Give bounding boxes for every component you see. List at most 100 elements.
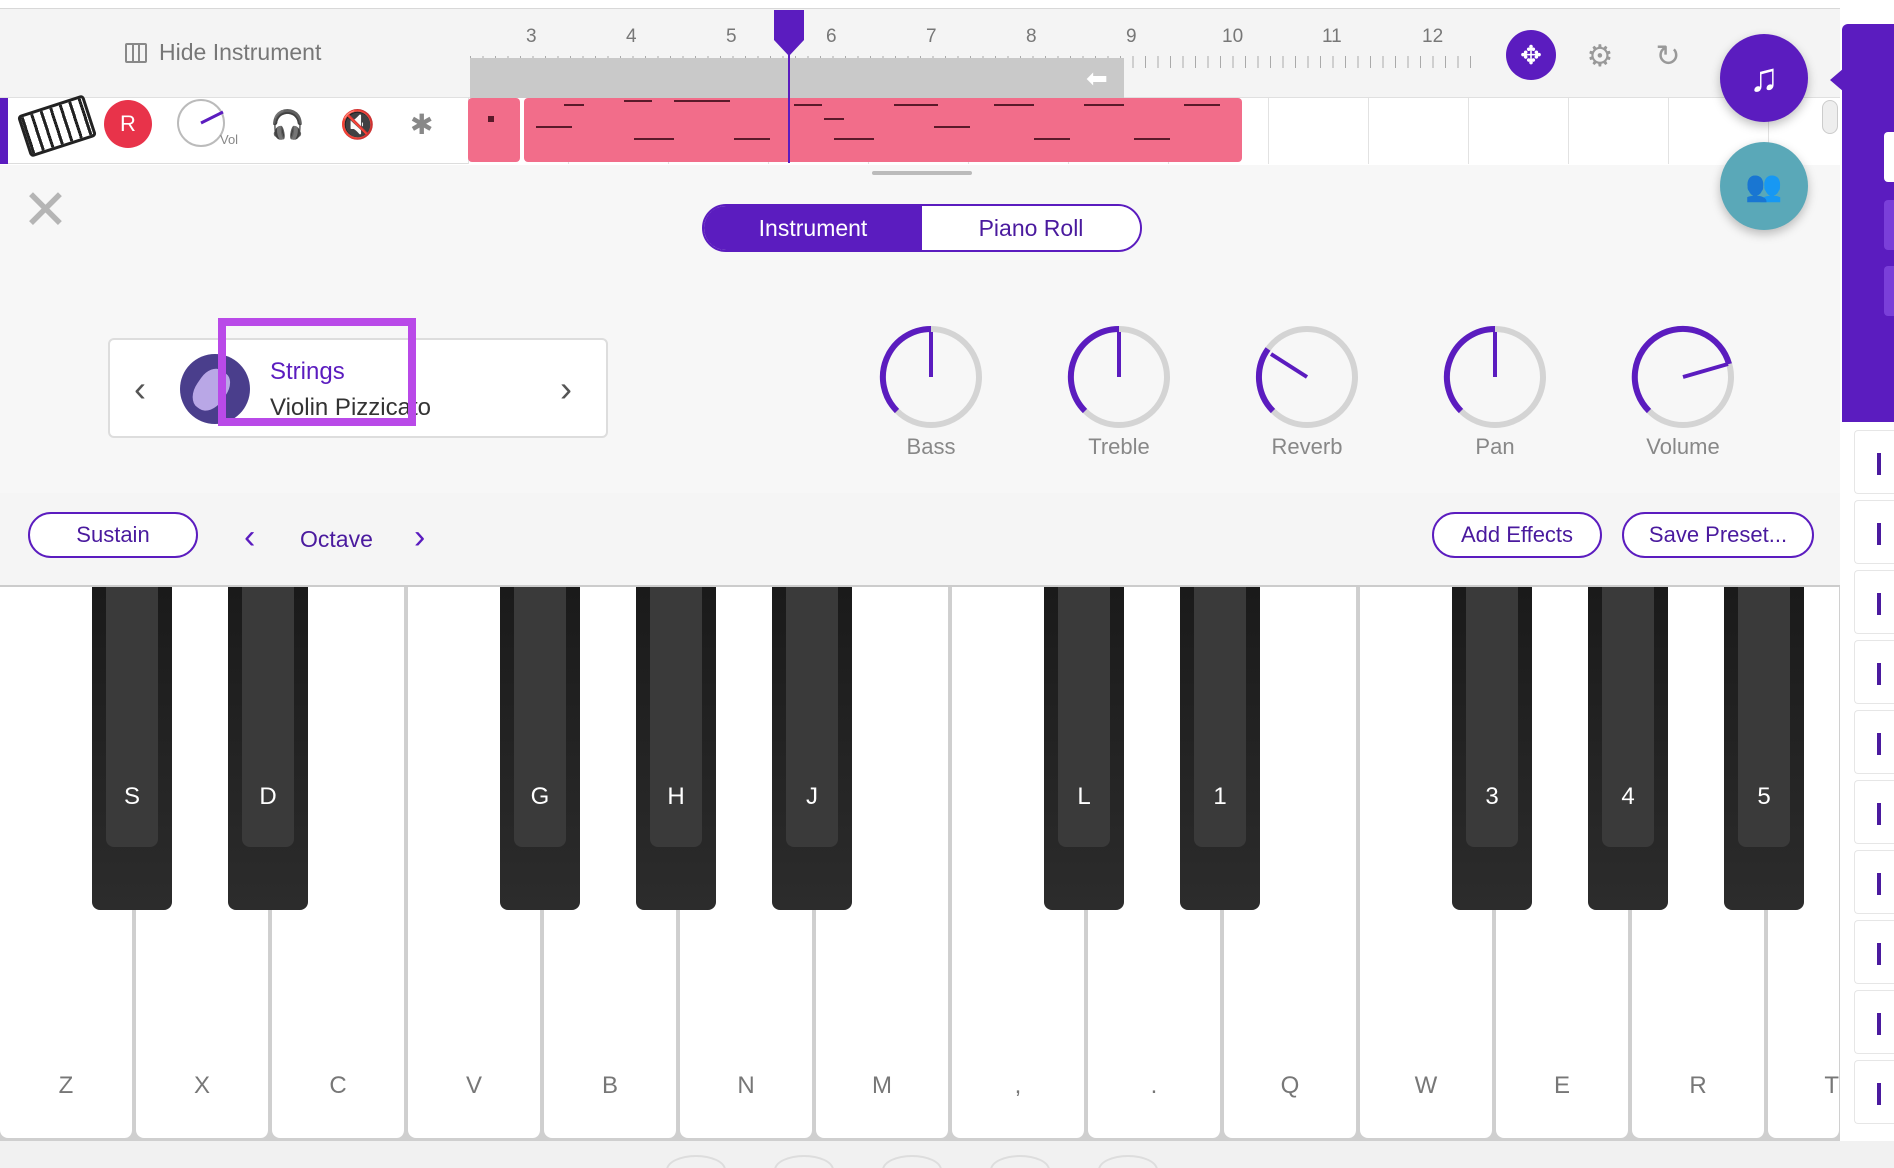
side-list-item[interactable] (1854, 710, 1894, 774)
side-list-item[interactable] (1854, 500, 1894, 564)
key-label: B (601, 1072, 618, 1099)
side-list-item[interactable] (1854, 570, 1894, 634)
move-arrows-icon[interactable]: ✥ (1506, 30, 1556, 80)
playhead-line (788, 50, 790, 163)
view-toggle: Instrument Piano Roll (702, 204, 1142, 252)
ruler-number: 9 (1126, 26, 1137, 47)
track-row: R Vol 🎧 🔇 ✱ (0, 94, 1840, 164)
key-label: D (259, 783, 277, 810)
side-panel-chip[interactable] (1884, 200, 1894, 250)
audio-clip[interactable] (468, 98, 520, 162)
black-key[interactable]: H (636, 587, 716, 910)
ruler-number: 11 (1322, 26, 1342, 47)
tab-piano-roll[interactable]: Piano Roll (922, 206, 1140, 250)
close-icon[interactable]: ✕ (22, 182, 69, 238)
side-list-item[interactable] (1854, 990, 1894, 1054)
hide-instrument-label: Hide Instrument (159, 39, 322, 65)
chevron-left-icon[interactable]: ‹ (134, 368, 146, 410)
key-label: J (806, 783, 818, 810)
volume-label: Vol (220, 132, 239, 147)
black-key[interactable]: 1 (1180, 587, 1260, 910)
side-panel-chip[interactable] (1884, 266, 1894, 316)
ruler-number: 6 (826, 26, 837, 47)
key-label: S (123, 783, 140, 810)
ruler-number: 3 (526, 26, 537, 47)
piano-keyboard-icon[interactable] (16, 94, 98, 158)
track-clip-area[interactable] (468, 98, 1840, 164)
black-key[interactable]: S (92, 587, 172, 910)
volume-knob[interactable] (176, 98, 226, 148)
ruler-number: 8 (1026, 26, 1037, 47)
side-list-item[interactable] (1854, 920, 1894, 984)
arrow-left-icon[interactable]: ⬅ (1086, 65, 1114, 91)
sustain-button[interactable]: Sustain (28, 512, 198, 558)
key-label: R (1689, 1072, 1707, 1099)
side-panel-chip[interactable] (1884, 132, 1894, 182)
side-panel-pointer (1830, 68, 1844, 92)
add-effects-button[interactable]: Add Effects (1432, 512, 1602, 558)
key-label: 4 (1621, 783, 1635, 810)
side-list-item[interactable] (1854, 640, 1894, 704)
chevron-left-icon[interactable]: ‹ (244, 518, 255, 557)
automation-icon[interactable]: ✱ (410, 108, 433, 141)
key-label: M (872, 1072, 892, 1099)
volume-knob-large[interactable] (1630, 324, 1736, 430)
ruler-number: 12 (1422, 26, 1444, 47)
volume-label-large: Volume (1646, 434, 1720, 459)
key-label: Z (58, 1072, 74, 1099)
key-label: H (667, 783, 685, 810)
chevron-right-icon[interactable]: › (560, 368, 572, 410)
side-list-item[interactable] (1854, 850, 1894, 914)
side-list-item[interactable] (1854, 780, 1894, 844)
key-label: C (329, 1072, 347, 1099)
treble-knob[interactable] (1066, 324, 1172, 430)
keyboard-icon (125, 42, 147, 63)
key-label: L (1077, 783, 1091, 810)
reverb-knob[interactable] (1254, 324, 1360, 430)
side-list-item[interactable] (1854, 430, 1894, 494)
black-key[interactable]: G (500, 587, 580, 910)
gear-icon[interactable]: ⚙ (1580, 36, 1620, 76)
reverb-label: Reverb (1271, 434, 1343, 459)
mute-icon[interactable]: 🔇 (340, 108, 375, 141)
tab-instrument[interactable]: Instrument (704, 206, 922, 250)
bass-knob[interactable] (878, 324, 984, 430)
people-icon[interactable]: 👥 (1720, 142, 1808, 230)
audio-clip[interactable] (524, 98, 1242, 162)
bass-label: Bass (906, 434, 956, 459)
headphones-icon[interactable]: 🎧 (270, 108, 305, 141)
side-list-item[interactable] (1854, 1060, 1894, 1124)
save-preset-button[interactable]: Save Preset... (1622, 512, 1814, 558)
black-key[interactable]: 5 (1724, 587, 1804, 910)
loop-region[interactable]: ⬅ (470, 58, 1124, 98)
piano-keyboard: Z X C V B N M , . Q W E R T S D G H J L … (0, 585, 1840, 1141)
track-scrollbar[interactable] (1822, 100, 1838, 134)
key-label: G (530, 783, 550, 810)
key-label: 5 (1757, 783, 1771, 810)
ruler-number: 10 (1222, 26, 1244, 47)
treble-label: Treble (1088, 434, 1150, 459)
octave-label: Octave (300, 526, 373, 552)
pan-knob[interactable] (1442, 324, 1548, 430)
sync-icon[interactable]: ↻ (1648, 36, 1688, 76)
record-button[interactable]: R (104, 100, 152, 148)
ruler-number: 4 (626, 26, 637, 47)
black-key[interactable]: 3 (1452, 587, 1532, 910)
black-key[interactable]: D (228, 587, 308, 910)
black-key[interactable]: L (1044, 587, 1124, 910)
track-selected-indicator (0, 98, 8, 164)
key-label: T (1824, 1072, 1839, 1099)
hide-instrument-button[interactable]: Hide Instrument (125, 39, 321, 66)
key-label: V (465, 1072, 482, 1099)
black-key[interactable]: 4 (1588, 587, 1668, 910)
key-label: 3 (1485, 783, 1499, 810)
key-label: . (1150, 1072, 1158, 1099)
black-key[interactable]: J (772, 587, 852, 910)
music-note-icon[interactable]: ♫ (1720, 34, 1808, 122)
ruler-number: 5 (726, 26, 737, 47)
ruler-number: 7 (926, 26, 937, 47)
key-label: W (1414, 1072, 1438, 1099)
chevron-right-icon[interactable]: › (414, 518, 425, 557)
side-list (1854, 430, 1894, 1136)
resize-handle[interactable] (872, 171, 972, 175)
